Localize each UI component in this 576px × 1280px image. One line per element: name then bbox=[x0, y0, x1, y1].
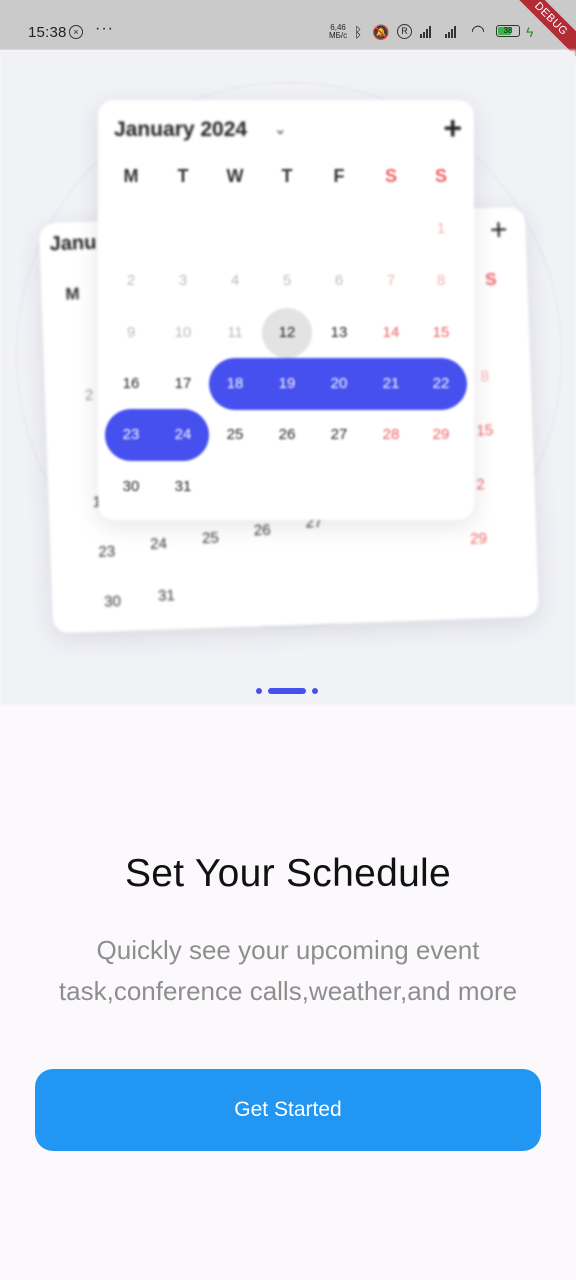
onboarding-title: Set Your Schedule bbox=[124, 852, 452, 895]
subtitle-line-1: Quickly see your upcoming event bbox=[96, 935, 480, 965]
calendar-day[interactable]: 12 bbox=[264, 315, 310, 351]
calendar-day[interactable]: 9 bbox=[108, 315, 154, 351]
calendar-day[interactable]: 26 bbox=[264, 417, 310, 453]
calendar-day[interactable]: 14 bbox=[368, 315, 414, 351]
subtitle-line-2: task,conference calls,weather,and more bbox=[58, 976, 518, 1006]
onboarding-subtitle: Quickly see your upcoming event task,con… bbox=[0, 930, 576, 1012]
battery-level: 38 bbox=[503, 26, 513, 35]
calendar-day[interactable]: 23 bbox=[108, 417, 154, 453]
calendar-day[interactable]: 28 bbox=[368, 417, 414, 453]
weekday-header: T bbox=[177, 166, 189, 186]
calendar-day[interactable]: 22 bbox=[418, 366, 464, 402]
calendar-day[interactable]: 13 bbox=[316, 315, 362, 351]
page-dot bbox=[312, 688, 318, 694]
calendar-grid: M T W T F S S 1 2 3 4 5 6 7 8 9 10 11 12 13 14 15 16 17 18 19 20 21… bbox=[0, 0, 576, 705]
calendar-day[interactable]: 6 bbox=[316, 263, 362, 299]
calendar-day[interactable]: 10 bbox=[160, 315, 206, 351]
weekday-header: M bbox=[123, 166, 139, 186]
weekday-header: S bbox=[384, 166, 397, 186]
get-started-button[interactable]: Get Started bbox=[35, 1069, 541, 1151]
calendar-day[interactable]: 4 bbox=[212, 263, 258, 299]
calendar-day[interactable]: 25 bbox=[212, 417, 258, 453]
calendar-day[interactable]: 1 bbox=[418, 211, 464, 247]
weekday-header: S bbox=[434, 166, 447, 186]
calendar-day[interactable]: 20 bbox=[316, 366, 362, 402]
weekday-header: W bbox=[226, 166, 244, 186]
page-dot bbox=[256, 688, 262, 694]
calendar-day[interactable]: 8 bbox=[418, 263, 464, 299]
page-dot-active bbox=[268, 688, 306, 694]
calendar-day[interactable]: 17 bbox=[160, 366, 206, 402]
calendar-day[interactable]: 21 bbox=[368, 366, 414, 402]
calendar-day[interactable]: 29 bbox=[418, 417, 464, 453]
calendar-day[interactable]: 16 bbox=[108, 366, 154, 402]
calendar-day[interactable]: 11 bbox=[212, 315, 258, 351]
weekday-header: F bbox=[333, 166, 345, 186]
calendar-day[interactable]: 3 bbox=[160, 263, 206, 299]
calendar-day[interactable]: 7 bbox=[368, 263, 414, 299]
calendar-day[interactable]: 27 bbox=[316, 417, 362, 453]
calendar-day[interactable]: 24 bbox=[160, 417, 206, 453]
calendar-day[interactable]: 30 bbox=[108, 469, 154, 505]
calendar-day[interactable]: 19 bbox=[264, 366, 310, 402]
weekday-header: T bbox=[281, 166, 293, 186]
calendar-day[interactable]: 5 bbox=[264, 263, 310, 299]
calendar-day[interactable]: 18 bbox=[212, 366, 258, 402]
calendar-day[interactable]: 31 bbox=[160, 469, 206, 505]
calendar-day[interactable]: 2 bbox=[108, 263, 154, 299]
calendar-day[interactable]: 15 bbox=[418, 315, 464, 351]
